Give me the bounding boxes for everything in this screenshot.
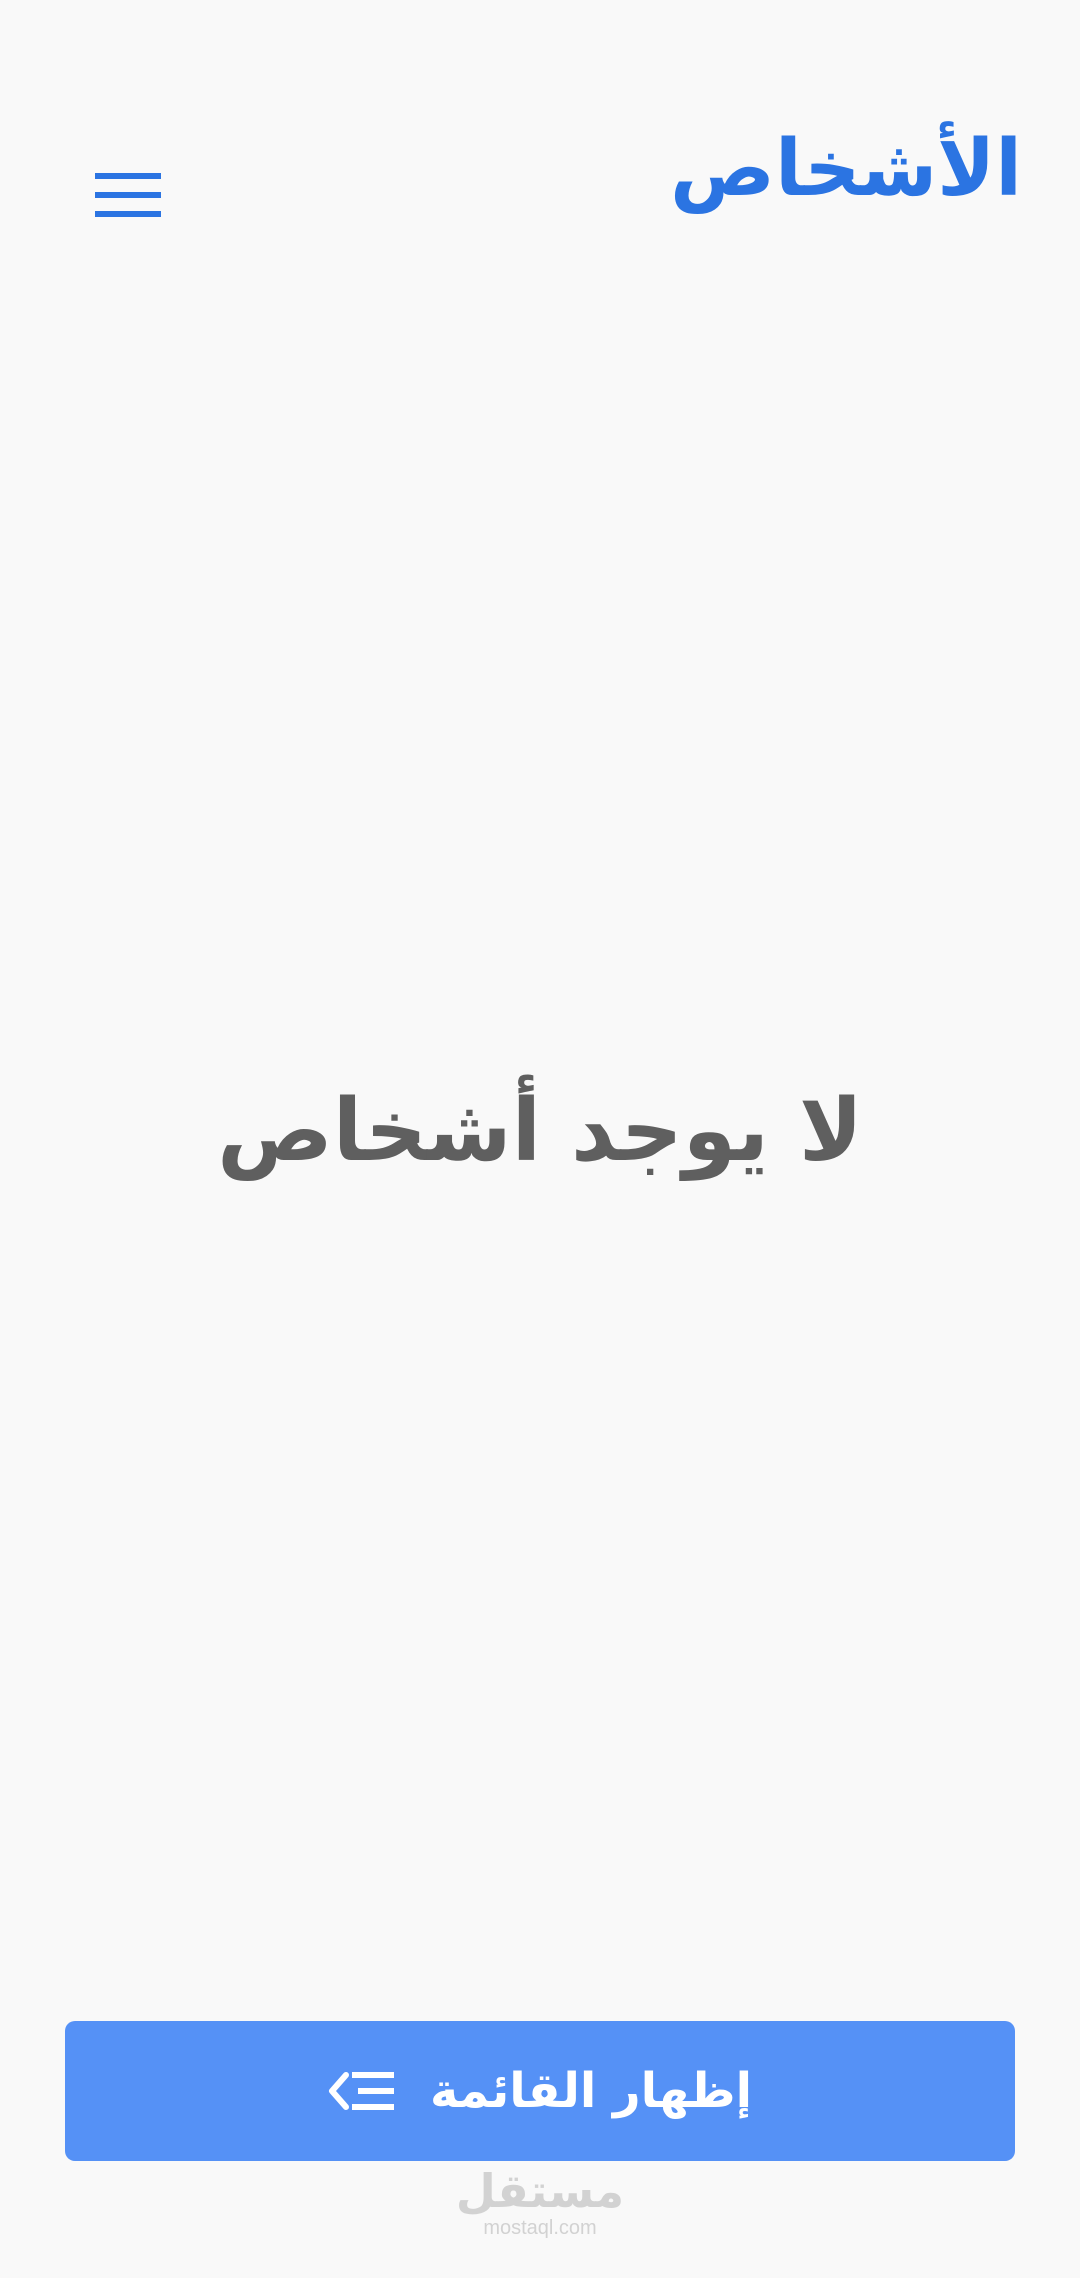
show-list-label: إظهار القائمة xyxy=(429,2063,753,2119)
watermark-main: مستقل xyxy=(455,2164,625,2218)
empty-state-message: لا يوجد أشخاص xyxy=(217,1081,863,1181)
list-collapse-icon xyxy=(328,2069,394,2113)
page-title: الأشخاص xyxy=(670,124,1022,214)
show-list-button[interactable]: إظهار القائمة xyxy=(65,2021,1015,2161)
people-screen: الأشخاص لا يوجد أشخاص إظهار القائمة مستق… xyxy=(0,0,1080,2278)
menu-button[interactable] xyxy=(80,155,176,235)
watermark-logo: مستقل mostaql.com xyxy=(0,2168,1080,2238)
hamburger-menu-icon xyxy=(95,173,161,217)
watermark-sub: mostaql.com xyxy=(483,2217,597,2239)
